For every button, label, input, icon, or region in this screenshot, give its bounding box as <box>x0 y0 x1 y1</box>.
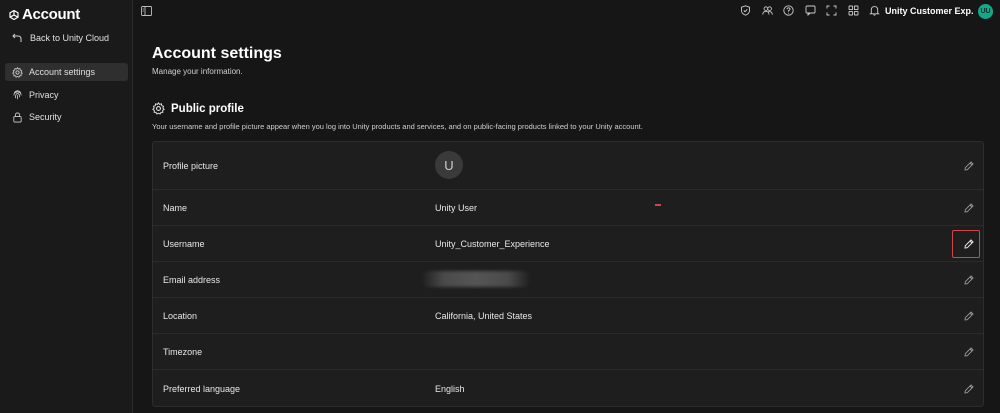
pencil-icon <box>963 346 974 357</box>
back-to-unity-cloud-link[interactable]: Back to Unity Cloud <box>12 33 109 43</box>
redacted-email <box>421 271 531 287</box>
page-title: Account settings <box>152 45 282 62</box>
bell-icon[interactable] <box>869 5 880 16</box>
pencil-icon <box>963 238 974 249</box>
top-bar: Unity Customer Exp... UU <box>133 0 1000 22</box>
row-label: Email address <box>163 275 221 285</box>
pencil-icon <box>963 274 974 285</box>
people-icon[interactable] <box>761 5 773 16</box>
page-subtitle: Manage your information. <box>152 67 243 76</box>
brand-title: Account <box>22 6 80 23</box>
edit-profile-picture-button[interactable] <box>963 160 974 171</box>
row-label: Profile picture <box>163 161 219 171</box>
fullscreen-icon[interactable] <box>826 5 837 16</box>
username-row: Username Unity_Customer_Experience <box>153 226 983 262</box>
row-label: Name <box>163 203 188 213</box>
sidebar-item-account-settings[interactable]: Account settings <box>5 63 128 81</box>
shield-icon[interactable] <box>740 5 751 16</box>
section-title: Public profile <box>171 102 244 115</box>
edit-name-button[interactable] <box>963 202 974 213</box>
public-profile-card: Profile picture U Name Unity User Userna… <box>152 141 984 407</box>
pencil-icon <box>963 160 974 171</box>
brand[interactable]: Account <box>9 6 80 23</box>
row-label: Timezone <box>163 347 203 357</box>
sidebar-nav: Account settings Privacy Security <box>5 63 128 131</box>
language-value: English <box>435 384 465 394</box>
sidebar: Account Back to Unity Cloud Account sett… <box>0 0 133 413</box>
sidebar-item-security[interactable]: Security <box>5 108 128 126</box>
sidebar-toggle-icon[interactable] <box>141 6 152 16</box>
preferred-language-row: Preferred language English <box>153 370 983 406</box>
public-profile-header: Public profile <box>152 102 244 115</box>
back-arrow-icon <box>12 33 22 42</box>
section-description: Your username and profile picture appear… <box>152 122 643 131</box>
row-label: Preferred language <box>163 384 241 394</box>
pencil-icon <box>963 310 974 321</box>
edit-location-button[interactable] <box>963 310 974 321</box>
chat-icon[interactable] <box>805 5 816 16</box>
location-value: California, United States <box>435 311 533 321</box>
sidebar-item-label: Security <box>29 112 62 122</box>
top-icon-group <box>740 5 880 16</box>
email-row: Email address <box>153 262 983 298</box>
timezone-row: Timezone <box>153 334 983 370</box>
edit-language-button[interactable] <box>963 383 974 394</box>
name-value: Unity User <box>435 203 478 213</box>
pencil-icon <box>963 383 974 394</box>
help-icon[interactable] <box>783 5 794 16</box>
sidebar-item-privacy[interactable]: Privacy <box>5 86 128 104</box>
organization-switcher[interactable]: Unity Customer Exp... <box>885 6 973 16</box>
username-value: Unity_Customer_Experience <box>435 239 550 249</box>
profile-picture-row: Profile picture U <box>153 142 983 190</box>
sidebar-item-label: Privacy <box>29 89 59 100</box>
pencil-icon <box>963 202 974 213</box>
back-link-label: Back to Unity Cloud <box>30 33 110 43</box>
row-label: Username <box>163 239 205 249</box>
location-row: Location California, United States <box>153 298 983 334</box>
unity-logo-icon <box>9 9 19 20</box>
user-avatar[interactable]: UU <box>978 4 993 19</box>
edit-username-button[interactable] <box>963 238 974 249</box>
row-label: Location <box>163 311 198 321</box>
profile-picture-avatar: U <box>435 151 463 179</box>
gear-icon <box>152 102 165 115</box>
sidebar-item-label: Account settings <box>29 67 96 77</box>
cursor-mark <box>655 204 661 206</box>
apps-grid-icon[interactable] <box>848 5 859 16</box>
fingerprint-icon <box>13 90 22 100</box>
name-row: Name Unity User <box>153 190 983 226</box>
gear-icon <box>12 66 23 78</box>
lock-icon <box>13 112 22 122</box>
edit-email-button[interactable] <box>963 274 974 285</box>
edit-timezone-button[interactable] <box>963 346 974 357</box>
